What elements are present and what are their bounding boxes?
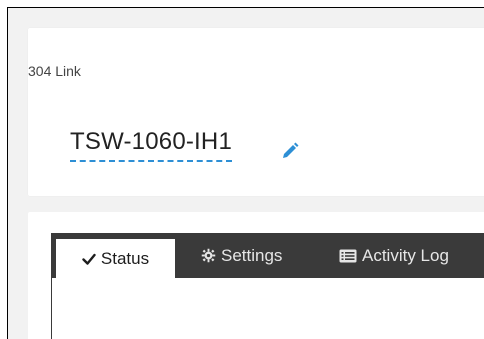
tab-settings[interactable]: Settings	[201, 233, 282, 278]
tab-status[interactable]: Status	[56, 239, 175, 278]
pencil-icon[interactable]	[280, 141, 300, 161]
list-icon	[339, 249, 357, 262]
device-name-title[interactable]: TSW-1060-IH1	[70, 126, 233, 162]
gear-icon	[201, 248, 216, 263]
tab-settings-label: Settings	[221, 245, 283, 265]
page-frame: 304 Link TSW-1060-IH1 Status Settings Ac…	[7, 7, 484, 339]
breadcrumb[interactable]: 304 Link	[28, 63, 81, 79]
status-tab-panel	[51, 278, 484, 339]
device-header-card	[28, 28, 484, 196]
tab-status-label: Status	[100, 248, 150, 268]
check-icon	[82, 253, 96, 265]
tab-activity-log[interactable]: Activity Log	[339, 233, 449, 278]
tab-bar: Status Settings Activity Log	[51, 233, 484, 278]
tab-activity-log-label: Activity Log	[362, 245, 449, 265]
